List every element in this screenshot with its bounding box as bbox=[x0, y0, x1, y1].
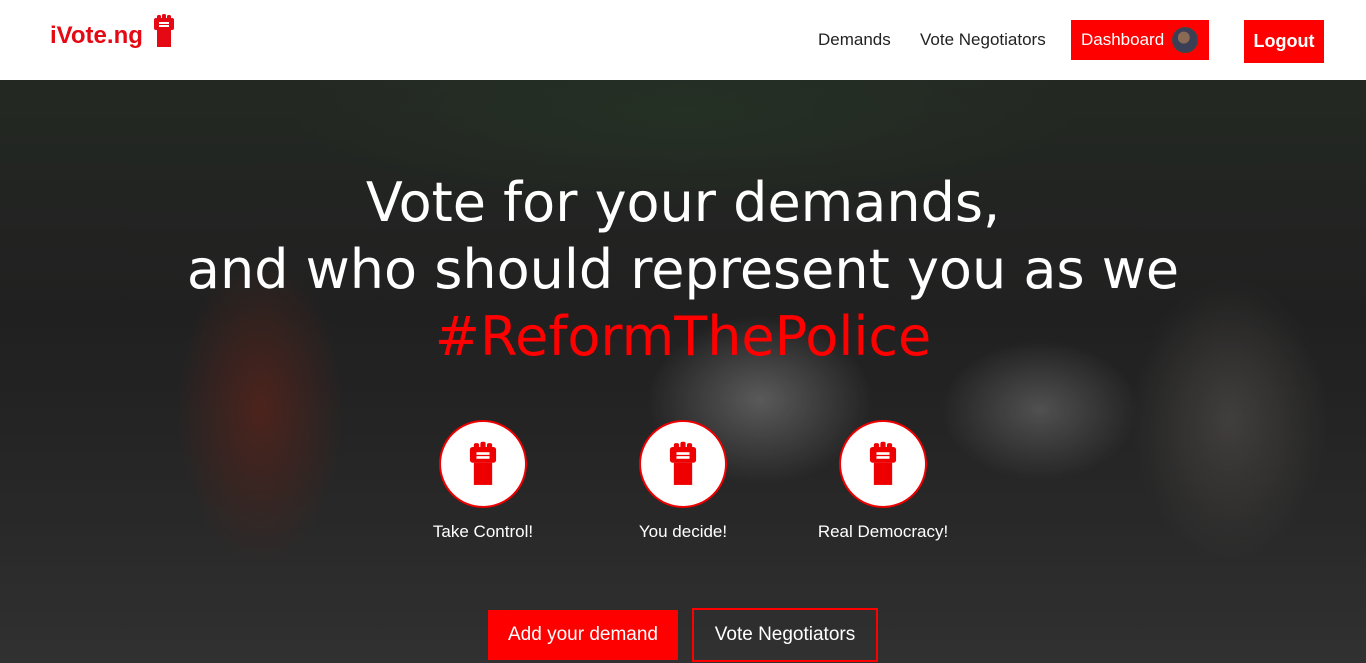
feature-circle bbox=[839, 420, 927, 508]
raised-fist-icon bbox=[153, 14, 174, 47]
raised-fist-icon bbox=[469, 441, 497, 485]
hero-title-line-1: Vote for your demands, bbox=[365, 171, 1001, 234]
dashboard-label: Dashboard bbox=[1081, 30, 1165, 49]
nav-link-vote-negotiators[interactable]: Vote Negotiators bbox=[920, 30, 1046, 50]
vote-negotiators-button[interactable]: Vote Negotiators bbox=[692, 608, 878, 662]
hero-title-line-2: and who should represent you as we bbox=[186, 238, 1180, 301]
brand-name[interactable]: iVote.ng bbox=[50, 22, 143, 50]
avatar bbox=[1172, 27, 1199, 53]
feature-you-decide: You decide! bbox=[583, 420, 783, 542]
feature-label: Take Control! bbox=[432, 522, 534, 541]
feature-take-control: Take Control! bbox=[383, 420, 583, 542]
hero-background-overlay bbox=[0, 80, 1366, 663]
navbar: iVote.ng Demands Vote Negotiators Dashbo… bbox=[0, 0, 1366, 80]
feature-label: You decide! bbox=[638, 522, 728, 541]
add-demand-button[interactable]: Add your demand bbox=[488, 610, 678, 660]
hero-section: Vote for your demands, and who should re… bbox=[0, 80, 1366, 663]
dashboard-button[interactable]: Dashboard bbox=[1071, 20, 1209, 60]
feature-circle bbox=[439, 420, 527, 508]
feature-label: Real Democracy! bbox=[817, 522, 949, 541]
hero-hashtag: #ReformThePolice bbox=[434, 305, 932, 368]
feature-circle bbox=[639, 420, 727, 508]
raised-fist-icon bbox=[669, 441, 697, 485]
logout-button[interactable]: Logout bbox=[1244, 20, 1324, 63]
brand-logo[interactable]: iVote.ng bbox=[50, 14, 177, 50]
nav-link-demands[interactable]: Demands bbox=[818, 30, 891, 50]
raised-fist-icon bbox=[869, 441, 897, 485]
feature-real-democracy: Real Democracy! bbox=[783, 420, 983, 542]
